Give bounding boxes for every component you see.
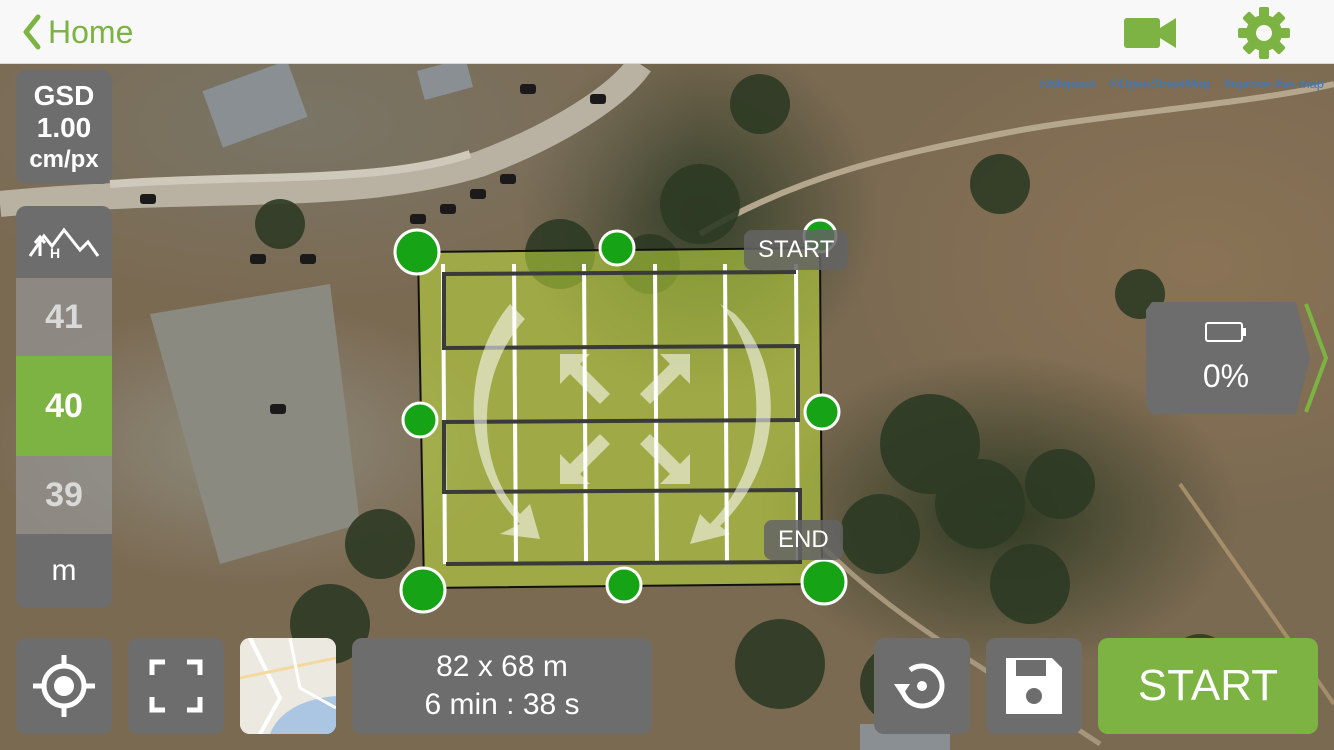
video-camera-button[interactable]: [1120, 10, 1180, 54]
survey-duration: 6 min : 38 s: [424, 688, 580, 721]
survey-area-size: 82 x 68 m: [436, 650, 568, 683]
battery-percent: 0%: [1202, 358, 1250, 394]
corner-waypoint-top-left[interactable]: [393, 228, 441, 276]
map-attribution[interactable]: ©Mapbox ©OpenStreetMap Improve this map: [1030, 76, 1324, 91]
back-button[interactable]: Home: [22, 10, 133, 54]
corner-waypoint-bottom-right[interactable]: [800, 558, 848, 606]
corner-waypoint-bottom-left[interactable]: [399, 566, 447, 614]
edge-waypoint-top[interactable]: [598, 229, 636, 267]
edge-waypoint-right[interactable]: [803, 393, 841, 431]
battery-icon: [1205, 322, 1246, 342]
edge-waypoint-left[interactable]: [401, 401, 439, 439]
video-camera-icon: [1124, 18, 1176, 48]
chevron-left-icon: [23, 14, 41, 50]
settings-button[interactable]: [1236, 6, 1292, 60]
crosshair-icon: [33, 655, 95, 717]
altitude-icon-header: H: [16, 206, 112, 278]
attribution-improve-link[interactable]: Improve this map: [1224, 76, 1324, 91]
reset-button[interactable]: [874, 638, 970, 734]
attribution-mapbox[interactable]: ©Mapbox: [1040, 76, 1096, 91]
end-marker-label: END: [764, 520, 843, 560]
altitude-option-39[interactable]: 39: [16, 456, 112, 534]
start-marker-label: START: [744, 230, 849, 270]
top-bar: Home: [0, 0, 1334, 64]
attribution-osm[interactable]: ©OpenStreetMap: [1109, 76, 1210, 91]
gear-icon: [1238, 7, 1290, 59]
altitude-option-40-selected[interactable]: 40: [16, 356, 112, 456]
street-map-thumbnail-icon: [240, 638, 336, 734]
battery-panel[interactable]: 0%: [1146, 302, 1334, 414]
altitude-unit: m: [16, 534, 112, 608]
gsd-unit: cm/px: [29, 146, 99, 173]
fullscreen-icon: [149, 659, 203, 713]
back-label: Home: [48, 13, 134, 50]
save-floppy-icon: [1006, 658, 1062, 714]
restore-icon: [894, 663, 945, 709]
locate-button[interactable]: [16, 638, 112, 734]
altitude-mountain-icon: H: [28, 227, 100, 260]
save-plan-button[interactable]: [986, 638, 1082, 734]
gsd-value: 1.00: [36, 112, 92, 143]
altitude-option-41[interactable]: 41: [16, 278, 112, 356]
svg-text:H: H: [50, 245, 60, 260]
altitude-selector[interactable]: H 41 40 39 m: [16, 206, 112, 608]
edge-waypoint-bottom[interactable]: [605, 566, 643, 604]
map-style-thumbnail[interactable]: [240, 638, 336, 734]
fit-view-button[interactable]: [128, 638, 224, 734]
survey-info-panel: 82 x 68 m 6 min : 38 s: [352, 638, 652, 734]
gsd-indicator: GSD 1.00 cm/px: [16, 70, 112, 184]
start-mission-button[interactable]: START: [1098, 638, 1318, 734]
gsd-title: GSD: [33, 80, 95, 111]
